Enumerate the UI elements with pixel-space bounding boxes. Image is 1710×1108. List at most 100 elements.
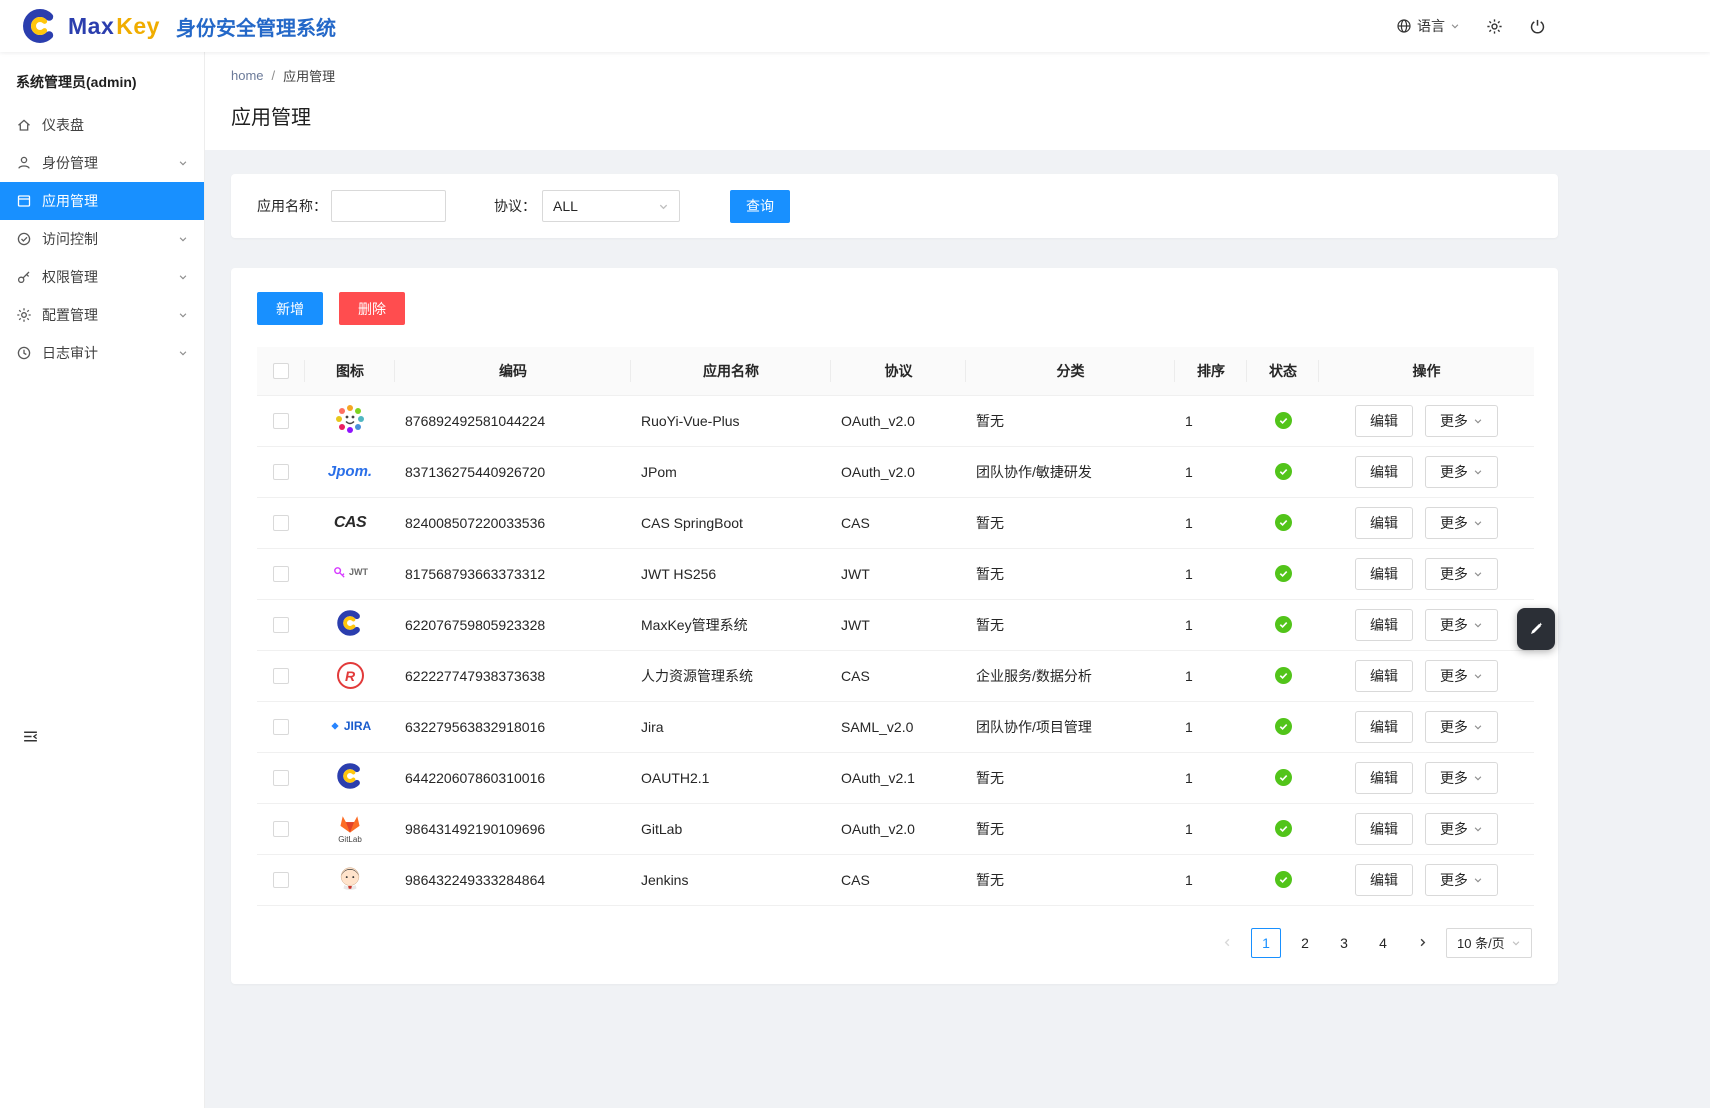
sidebar-item-audit-log[interactable]: 日志审计 [0, 334, 204, 372]
pagination: 1 2 3 4 10 条/页 [257, 928, 1532, 958]
delete-button[interactable]: 删除 [339, 292, 405, 325]
edit-button[interactable]: 编辑 [1355, 507, 1413, 539]
app-name: JWT HS256 [631, 548, 831, 599]
row-checkbox[interactable] [273, 617, 289, 633]
more-button[interactable]: 更多 [1425, 558, 1498, 590]
app-category: 企业服务/数据分析 [966, 650, 1175, 701]
pagination-next-icon[interactable] [1407, 928, 1437, 958]
edit-button[interactable]: 编辑 [1355, 711, 1413, 743]
sidebar-collapse-icon[interactable] [22, 728, 39, 745]
col-header-protocol: 协议 [831, 347, 966, 395]
search-button[interactable]: 查询 [730, 190, 790, 223]
edit-button[interactable]: 编辑 [1355, 405, 1413, 437]
language-selector[interactable]: 语言 [1396, 16, 1460, 36]
breadcrumb: home / 应用管理 [231, 66, 1558, 85]
table-toolbar: 新增 删除 [257, 292, 1532, 325]
table-row: 986432249333284864 Jenkins CAS 暂无 1 编辑 更… [257, 854, 1534, 905]
edit-button[interactable]: 编辑 [1355, 864, 1413, 896]
chevron-down-icon [1450, 21, 1460, 31]
pagination-prev-icon[interactable] [1212, 928, 1242, 958]
sidebar-item-permissions[interactable]: 权限管理 [0, 258, 204, 296]
app-code: 837136275440926720 [395, 446, 631, 497]
status-enabled-icon [1275, 667, 1292, 684]
current-user: 系统管理员(admin) [0, 52, 204, 106]
more-button[interactable]: 更多 [1425, 711, 1498, 743]
more-button[interactable]: 更多 [1425, 762, 1498, 794]
content-area: 应用名称： 协议： ALL 查询 新增 删除 [205, 150, 1710, 1108]
app-protocol: CAS [831, 650, 966, 701]
more-button[interactable]: 更多 [1425, 660, 1498, 692]
status-enabled-icon [1275, 514, 1292, 531]
more-button[interactable]: 更多 [1425, 864, 1498, 896]
app-name-input[interactable] [331, 190, 446, 222]
chevron-down-icon [1473, 416, 1483, 426]
more-button[interactable]: 更多 [1425, 405, 1498, 437]
chevron-down-icon [658, 201, 669, 212]
edit-button[interactable]: 编辑 [1355, 609, 1413, 641]
pagination-page-2[interactable]: 2 [1290, 928, 1320, 958]
protocol-select-value: ALL [553, 198, 578, 214]
row-checkbox[interactable] [273, 515, 289, 531]
more-button[interactable]: 更多 [1425, 813, 1498, 845]
more-button[interactable]: 更多 [1425, 507, 1498, 539]
pagination-page-3[interactable]: 3 [1329, 928, 1359, 958]
add-button[interactable]: 新增 [257, 292, 323, 325]
edit-button[interactable]: 编辑 [1355, 762, 1413, 794]
chevron-down-icon [178, 310, 188, 320]
col-header-icon: 图标 [305, 347, 395, 395]
maxkey-logo-icon [20, 6, 60, 46]
status-enabled-icon [1275, 412, 1292, 429]
sidebar-item-configuration[interactable]: 配置管理 [0, 296, 204, 334]
more-button[interactable]: 更多 [1425, 456, 1498, 488]
row-checkbox[interactable] [273, 821, 289, 837]
app-protocol: OAuth_v2.0 [831, 395, 966, 446]
row-checkbox[interactable] [273, 668, 289, 684]
edit-button[interactable]: 编辑 [1355, 456, 1413, 488]
topbar-actions: 语言 [1396, 16, 1546, 36]
row-checkbox[interactable] [273, 566, 289, 582]
app-protocol: JWT [831, 548, 966, 599]
pagination-page-4[interactable]: 4 [1368, 928, 1398, 958]
app-sort: 1 [1175, 701, 1247, 752]
settings-gear-icon[interactable] [1486, 18, 1503, 35]
floating-tool-button[interactable] [1517, 608, 1555, 650]
status-enabled-icon [1275, 769, 1292, 786]
pagination-page-1[interactable]: 1 [1251, 928, 1281, 958]
status-enabled-icon [1275, 463, 1292, 480]
more-button[interactable]: 更多 [1425, 609, 1498, 641]
edit-button[interactable]: 编辑 [1355, 660, 1413, 692]
page-header: home / 应用管理 应用管理 [205, 52, 1710, 150]
col-header-sort: 排序 [1175, 347, 1247, 395]
app-protocol: CAS [831, 854, 966, 905]
page-size-select[interactable]: 10 条/页 [1446, 928, 1532, 958]
table-row: JIRA 632279563832918016 Jira SAML_v2.0 团… [257, 701, 1534, 752]
sidebar: 系统管理员(admin) 仪表盘 身份管理 应用管理 [0, 52, 205, 1108]
row-checkbox[interactable] [273, 770, 289, 786]
jpom-icon: Jpom. [328, 463, 372, 480]
app-sort: 1 [1175, 650, 1247, 701]
sidebar-item-access-control[interactable]: 访问控制 [0, 220, 204, 258]
row-checkbox[interactable] [273, 872, 289, 888]
sidebar-item-applications[interactable]: 应用管理 [0, 182, 204, 220]
key-icon [16, 269, 32, 285]
edit-button[interactable]: 编辑 [1355, 558, 1413, 590]
app-category: 暂无 [966, 752, 1175, 803]
row-checkbox[interactable] [273, 719, 289, 735]
sidebar-item-label: 日志审计 [42, 343, 98, 363]
edit-button[interactable]: 编辑 [1355, 813, 1413, 845]
app-header: Max Key 身份安全管理系统 语言 [0, 0, 1710, 52]
sidebar-item-dashboard[interactable]: 仪表盘 [0, 106, 204, 144]
status-enabled-icon [1275, 871, 1292, 888]
chevron-down-icon [178, 158, 188, 168]
table-card: 新增 删除 图标 编码 应用名称 协议 分类 排序 状态 [231, 268, 1558, 984]
page-size-value: 10 条/页 [1457, 933, 1505, 952]
logout-icon[interactable] [1529, 18, 1546, 35]
protocol-select[interactable]: ALL [542, 190, 680, 222]
select-all-checkbox[interactable] [273, 363, 289, 379]
row-checkbox[interactable] [273, 464, 289, 480]
clock-icon [16, 345, 32, 361]
row-checkbox[interactable] [273, 413, 289, 429]
sidebar-item-identity[interactable]: 身份管理 [0, 144, 204, 182]
app-protocol: OAuth_v2.1 [831, 752, 966, 803]
breadcrumb-home[interactable]: home [231, 68, 264, 83]
